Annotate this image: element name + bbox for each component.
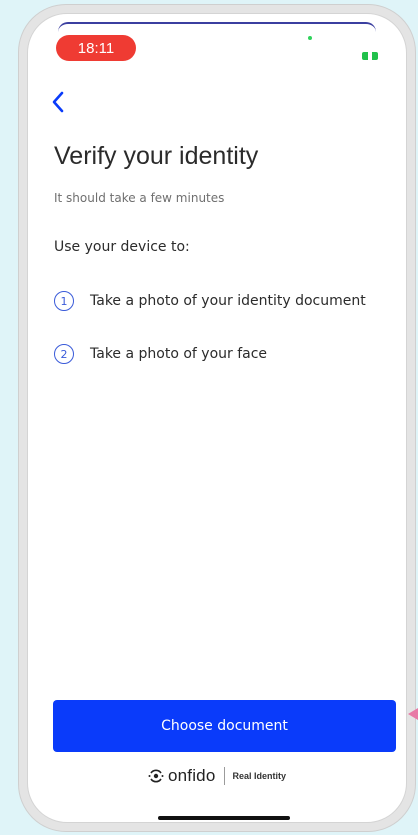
onfido-logo-icon	[148, 769, 164, 783]
status-time: 18:11	[77, 39, 115, 57]
intro-text: Use your device to:	[54, 239, 190, 255]
back-button[interactable]	[38, 82, 78, 122]
phone-frame: 18:11 Verify your identity It should tak…	[18, 4, 416, 832]
step-item: 2 Take a photo of your face	[54, 344, 267, 364]
step-text: Take a photo of your identity document	[90, 293, 366, 309]
choose-document-button[interactable]: Choose document	[53, 700, 396, 752]
pointer-arrow-icon	[408, 708, 418, 720]
status-time-pill: 18:11	[56, 35, 136, 61]
phone-screen: 18:11 Verify your identity It should tak…	[27, 13, 407, 823]
step-number-badge: 2	[54, 344, 74, 364]
step-item: 1 Take a photo of your identity document	[54, 291, 366, 311]
brand-divider	[223, 767, 225, 785]
onfido-wordmark: onfido	[167, 766, 216, 785]
battery-icon	[362, 51, 378, 61]
onfido-brand: onfido Real Identity	[28, 766, 406, 786]
chevron-left-icon	[52, 91, 64, 113]
step-number-badge: 1	[54, 291, 74, 311]
page-subtitle: It should take a few minutes	[54, 191, 225, 205]
step-text: Take a photo of your face	[90, 346, 268, 362]
brand-tagline: Real Identity	[232, 771, 287, 781]
screen-top-accent	[58, 22, 376, 32]
camera-indicator-dot	[308, 36, 312, 40]
home-indicator	[158, 816, 290, 820]
page-title: Verify your identity	[54, 142, 259, 170]
